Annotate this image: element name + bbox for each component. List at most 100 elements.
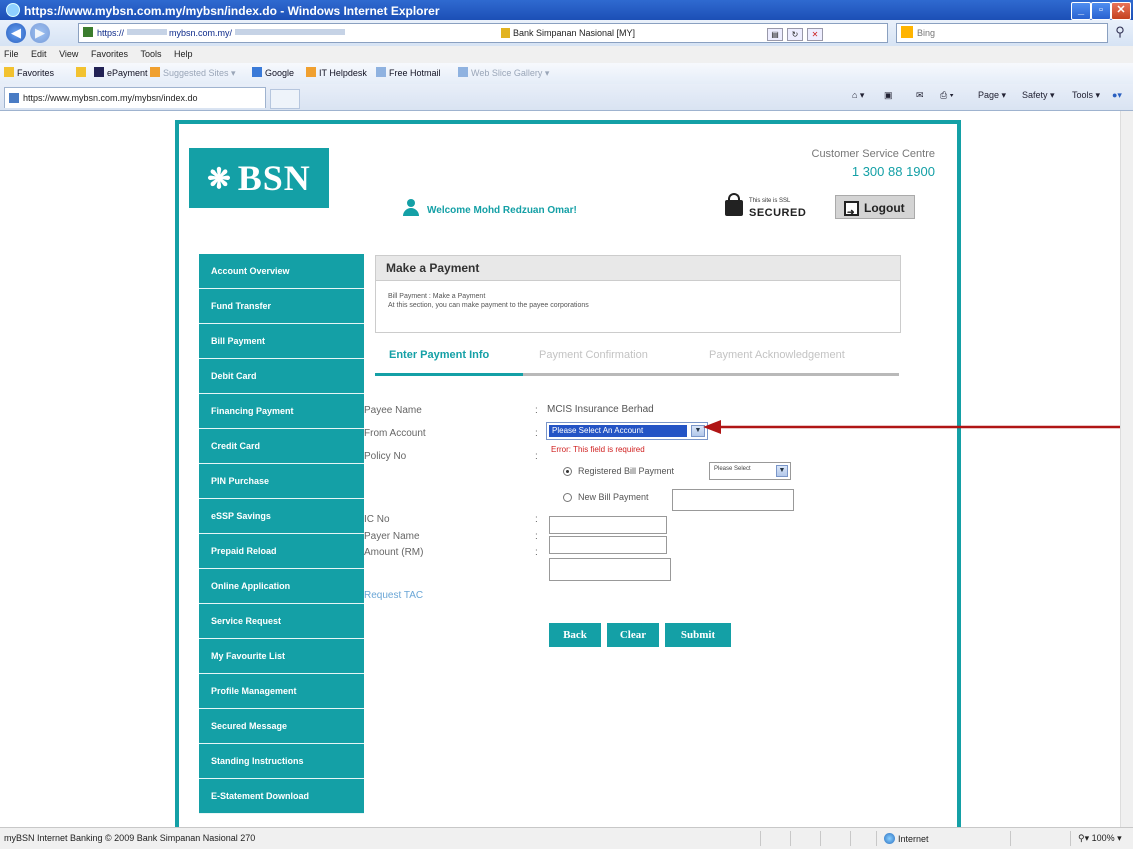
minimize-button[interactable]: _ xyxy=(1071,2,1091,20)
menu-view[interactable]: View xyxy=(59,49,78,59)
google-icon xyxy=(252,67,262,77)
url-redacted xyxy=(126,29,167,35)
step-payment-acknowledgement: Payment Acknowledgement xyxy=(709,349,845,361)
back-nav-button[interactable]: ◀ xyxy=(6,23,26,43)
search-icon[interactable]: ⚲ xyxy=(1111,24,1129,42)
sidebar-item-account-overview[interactable]: Account Overview xyxy=(199,254,364,289)
welcome-message: Welcome Mohd Redzuan Omar! xyxy=(403,199,577,216)
fav-suggested-sites[interactable]: Suggested Sites ▾ xyxy=(150,67,236,79)
menu-bar: File Edit View Favorites Tools Help xyxy=(0,46,1133,64)
policy-no-input[interactable] xyxy=(672,489,794,511)
refresh-icon[interactable]: ↻ xyxy=(787,28,803,41)
page-viewport: ❋ BSN Customer Service Centre 1 300 88 19… xyxy=(0,111,1120,827)
tools-menu-label: Tools xyxy=(1072,90,1094,100)
safety-menu[interactable]: Safety ▾ xyxy=(1022,90,1055,101)
sidebar-item-fund-transfer[interactable]: Fund Transfer xyxy=(199,289,364,324)
vertical-scrollbar[interactable] xyxy=(1120,111,1133,827)
fav-free-hotmail[interactable]: Free Hotmail xyxy=(376,67,441,78)
address-input[interactable]: https:// mybsn.com.my/ Bank Simpanan Nas… xyxy=(78,23,888,43)
sidebar-item-essp-savings[interactable]: eSSP Savings xyxy=(199,499,364,534)
window-title: https://www.mybsn.com.my/mybsn/index.do … xyxy=(6,3,440,18)
print-icon[interactable]: ⎙ ▾ xyxy=(940,90,953,101)
security-zone[interactable]: Internet xyxy=(884,833,929,844)
sidebar-item-credit-card[interactable]: Credit Card xyxy=(199,429,364,464)
sidebar-item-prepaid-reload[interactable]: Prepaid Reload xyxy=(199,534,364,569)
new-tab-button[interactable] xyxy=(270,89,300,109)
sidebar-item-standing-instructions[interactable]: Standing Instructions xyxy=(199,744,364,779)
sidebar-item-online-application[interactable]: Online Application xyxy=(199,569,364,604)
status-divider xyxy=(876,831,877,846)
menu-tools[interactable]: Tools xyxy=(140,49,161,59)
help-icon[interactable]: ●▾ xyxy=(1112,90,1122,101)
sidebar-item-financing-payment[interactable]: Financing Payment xyxy=(199,394,364,429)
status-divider xyxy=(760,831,761,846)
certificate-badge[interactable]: Bank Simpanan Nasional [MY] xyxy=(499,24,635,42)
bsn-site-frame: ❋ BSN Customer Service Centre 1 300 88 19… xyxy=(175,120,961,827)
tools-menu[interactable]: Tools ▾ xyxy=(1072,90,1100,101)
fav-epayment[interactable]: ePayment xyxy=(94,67,148,78)
lock-icon xyxy=(725,193,743,216)
submit-button[interactable]: Submit xyxy=(665,623,731,647)
new-bill-payment-label: New Bill Payment xyxy=(578,492,649,502)
new-bill-payment-radio[interactable] xyxy=(563,493,572,502)
search-input[interactable]: Bing xyxy=(896,23,1108,43)
status-divider xyxy=(1070,831,1071,846)
sidebar-item-secured-message[interactable]: Secured Message xyxy=(199,709,364,744)
clear-button[interactable]: Clear xyxy=(607,623,659,647)
status-text: myBSN Internet Banking © 2009 Bank Simpa… xyxy=(4,833,256,843)
amount-input[interactable] xyxy=(549,558,671,581)
home-icon[interactable]: ⌂ ▾ xyxy=(852,90,864,101)
bsn-logo[interactable]: ❋ BSN xyxy=(189,148,329,208)
fav-add-icon[interactable] xyxy=(76,67,89,78)
sidebar-menu: Account Overview Fund Transfer Bill Paym… xyxy=(199,254,364,814)
favorites-button[interactable]: Favorites xyxy=(4,67,54,78)
sidebar-item-my-favourite-list[interactable]: My Favourite List xyxy=(199,639,364,674)
ssl-secured-badge: This site is SSL SECURED xyxy=(725,193,817,222)
from-account-select[interactable]: Please Select An Account ▼ xyxy=(546,422,708,440)
menu-file[interactable]: File xyxy=(4,49,19,59)
customer-service-phone: 1 300 88 1900 xyxy=(851,164,935,179)
chevron-down-icon[interactable]: ▼ xyxy=(776,465,788,477)
from-account-label: From Account xyxy=(364,428,426,439)
registered-bill-payment-radio[interactable] xyxy=(563,467,572,476)
fav-label: IT Helpdesk xyxy=(319,68,367,78)
back-button[interactable]: Back xyxy=(549,623,601,647)
fav-it-helpdesk[interactable]: IT Helpdesk xyxy=(306,67,367,78)
annotation-arrow xyxy=(703,420,1120,434)
add-favorite-icon xyxy=(76,67,86,77)
registered-select-text: Please Select xyxy=(714,466,751,472)
mail-icon[interactable]: ✉ xyxy=(916,90,924,101)
menu-help[interactable]: Help xyxy=(174,49,193,59)
sidebar-item-service-request[interactable]: Service Request xyxy=(199,604,364,639)
stop-icon[interactable]: ✕ xyxy=(807,28,823,41)
fav-web-slice-gallery[interactable]: Web Slice Gallery ▾ xyxy=(458,67,549,79)
url-prefix: https:// xyxy=(97,28,125,38)
menu-edit[interactable]: Edit xyxy=(31,49,47,59)
url-redacted-path xyxy=(234,29,345,35)
request-tac-link[interactable]: Request TAC xyxy=(364,590,423,601)
forward-nav-button[interactable]: ▶ xyxy=(30,23,50,43)
colon: : xyxy=(535,428,538,439)
fav-label: ePayment xyxy=(107,68,148,78)
fav-google[interactable]: Google xyxy=(252,67,294,78)
zoom-level[interactable]: ⚲▾ 100% ▾ xyxy=(1078,833,1122,844)
ic-no-input[interactable] xyxy=(549,516,667,534)
sidebar-item-e-statement-download[interactable]: E-Statement Download xyxy=(199,779,364,814)
browser-tab[interactable]: https://www.mybsn.com.my/mybsn/index.do xyxy=(4,87,266,108)
maximize-button[interactable]: ▫ xyxy=(1091,2,1111,20)
bing-icon xyxy=(901,26,913,38)
feeds-icon[interactable]: ▣ xyxy=(884,90,893,101)
menu-favorites[interactable]: Favorites xyxy=(91,49,128,59)
sidebar-item-profile-management[interactable]: Profile Management xyxy=(199,674,364,709)
zoom-value: 100% xyxy=(1091,833,1115,843)
sidebar-item-debit-card[interactable]: Debit Card xyxy=(199,359,364,394)
logout-button[interactable]: Logout xyxy=(835,195,915,224)
sidebar-item-bill-payment[interactable]: Bill Payment xyxy=(199,324,364,359)
url-domain: mybsn.com.my/ xyxy=(169,28,233,38)
close-button[interactable]: ✕ xyxy=(1111,2,1131,20)
compat-view-icon[interactable]: ▤ xyxy=(767,28,783,41)
page-menu[interactable]: Page ▾ xyxy=(978,90,1006,101)
payer-name-input[interactable] xyxy=(549,536,667,554)
registered-payee-select[interactable]: Please Select ▼ xyxy=(709,462,791,480)
sidebar-item-pin-purchase[interactable]: PIN Purchase xyxy=(199,464,364,499)
